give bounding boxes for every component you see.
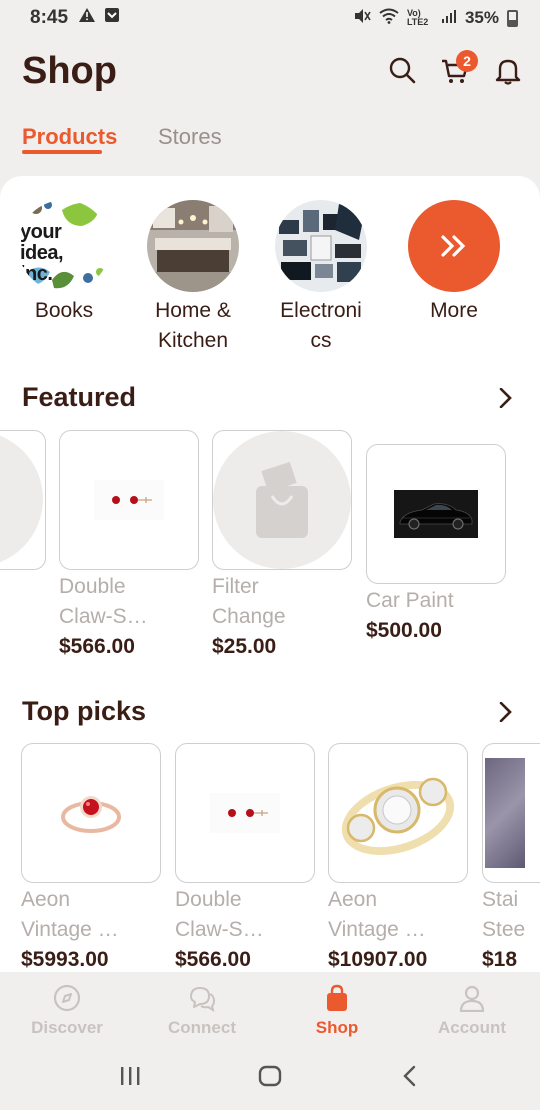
person-icon (459, 985, 485, 1012)
featured-card[interactable]: Double Claw-S… $566.00 (59, 430, 199, 662)
category-label: Books (34, 299, 94, 322)
shopping-bag-placeholder-icon (256, 461, 308, 538)
notifications-button[interactable] (494, 56, 524, 86)
car-image (394, 490, 478, 538)
recent-apps-button[interactable] (118, 1064, 142, 1093)
featured-card[interactable]: Car Paint $500.00 (366, 444, 506, 646)
page-title: Shop (22, 50, 117, 92)
battery-icon (507, 9, 518, 27)
home-kitchen-category-image (147, 200, 239, 292)
nav-label: Account (438, 1018, 506, 1037)
product-image (212, 430, 352, 570)
top-pick-card[interactable]: Aeon Vintage … $5993.00 (21, 743, 161, 972)
product-image (0, 430, 46, 570)
books-logo-text: your idea, inc. (20, 221, 64, 285)
category-electronics[interactable]: Electronics (261, 200, 381, 356)
shopping-bag-icon (327, 984, 347, 1011)
category-label: More (430, 299, 478, 322)
featured-card-partial[interactable] (0, 430, 46, 570)
nav-label: Connect (168, 1018, 236, 1037)
product-name: Stai Stee (482, 888, 526, 941)
network-label: Vo) LTE2 (406, 8, 429, 27)
search-button[interactable] (388, 56, 418, 86)
product-image (21, 743, 161, 883)
product-name: Aeon Vintage … (21, 888, 119, 941)
diamond-ring-image (341, 777, 455, 855)
nav-account[interactable]: Account (412, 984, 532, 1038)
product-price: $10907.00 (328, 948, 428, 971)
nav-connect[interactable]: Connect (142, 984, 262, 1038)
wifi-icon (379, 8, 399, 29)
product-name: Aeon Vintage … (328, 888, 426, 941)
double-chevron-right-icon (441, 235, 466, 257)
product-price: $566.00 (175, 948, 251, 971)
product-name: Double Claw-S… (175, 888, 264, 941)
category-label: Electronics (280, 299, 362, 352)
status-time: 8:45 (30, 7, 69, 28)
category-home-kitchen[interactable]: Home & Kitchen (133, 200, 253, 356)
status-bar: 8:45 Vo) LTE2 35% (0, 0, 540, 36)
category-more[interactable]: More (394, 200, 514, 326)
product-name: Double Claw-S… (59, 575, 148, 628)
bell-icon (495, 59, 521, 85)
download-notification-icon (104, 7, 120, 29)
compass-icon (53, 984, 81, 1012)
top-picks-section-title: Top picks (22, 696, 147, 726)
cart-count-badge: 2 (456, 50, 478, 72)
top-pick-card[interactable]: Double Claw-S… $566.00 (175, 743, 315, 972)
product-price: $25.00 (212, 635, 277, 658)
page-header: Shop 2 Products Stores (0, 36, 540, 176)
product-price: $18 (482, 948, 518, 971)
battery-percent: 35% (464, 8, 499, 27)
featured-section-title: Featured (22, 382, 137, 412)
books-category-image: your idea, inc. (18, 200, 110, 292)
product-name: Filter Change (212, 575, 286, 628)
back-icon (403, 1065, 416, 1087)
top-pick-card[interactable]: Aeon Vintage … $10907.00 (328, 743, 468, 972)
product-image (328, 743, 468, 883)
category-books[interactable]: your idea, inc. Books (4, 200, 124, 326)
chevron-right-icon (499, 701, 512, 723)
chat-bubbles-icon (190, 987, 216, 1012)
tab-products[interactable]: Products (22, 124, 117, 150)
ruby-ring-image (61, 796, 121, 833)
product-name: Car Paint (366, 589, 454, 612)
product-image (482, 743, 540, 883)
electronics-category-image (275, 200, 367, 292)
product-image (59, 430, 199, 570)
chevron-right-icon (499, 387, 512, 409)
more-category-button (408, 200, 500, 292)
back-button[interactable] (400, 1064, 420, 1093)
featured-see-all-button[interactable] (496, 387, 516, 409)
cart-button[interactable]: 2 (440, 50, 478, 86)
search-icon (389, 57, 416, 84)
mute-icon (353, 8, 371, 29)
system-navigation-bar (0, 1048, 540, 1110)
bottom-navigation: Discover Connect Shop Account (0, 972, 540, 1048)
nav-discover[interactable]: Discover (7, 984, 127, 1038)
top-pick-card-partial[interactable]: Stai Stee $18 (482, 743, 540, 972)
top-picks-see-all-button[interactable] (496, 701, 516, 723)
home-icon (258, 1065, 282, 1087)
product-price: $5993.00 (21, 948, 109, 971)
product-image (175, 743, 315, 883)
featured-card[interactable]: Filter Change $25.00 (212, 430, 352, 662)
home-button[interactable] (258, 1064, 282, 1093)
tab-stores[interactable]: Stores (158, 124, 222, 150)
earring-image (94, 480, 164, 520)
product-price: $566.00 (59, 635, 135, 658)
signal-icon (441, 8, 457, 29)
recent-apps-icon (121, 1067, 140, 1085)
product-price: $500.00 (366, 619, 442, 642)
product-image (366, 444, 506, 584)
products-content[interactable]: your idea, inc. Books Home & Kitchen Ele… (0, 176, 540, 972)
earring-image (210, 793, 280, 833)
nav-shop[interactable]: Shop (277, 984, 397, 1038)
nav-label: Discover (31, 1018, 103, 1037)
category-label: Home & Kitchen (155, 299, 231, 352)
active-tab-indicator (22, 150, 102, 154)
nav-label: Shop (315, 1018, 359, 1037)
warning-icon (78, 7, 96, 29)
